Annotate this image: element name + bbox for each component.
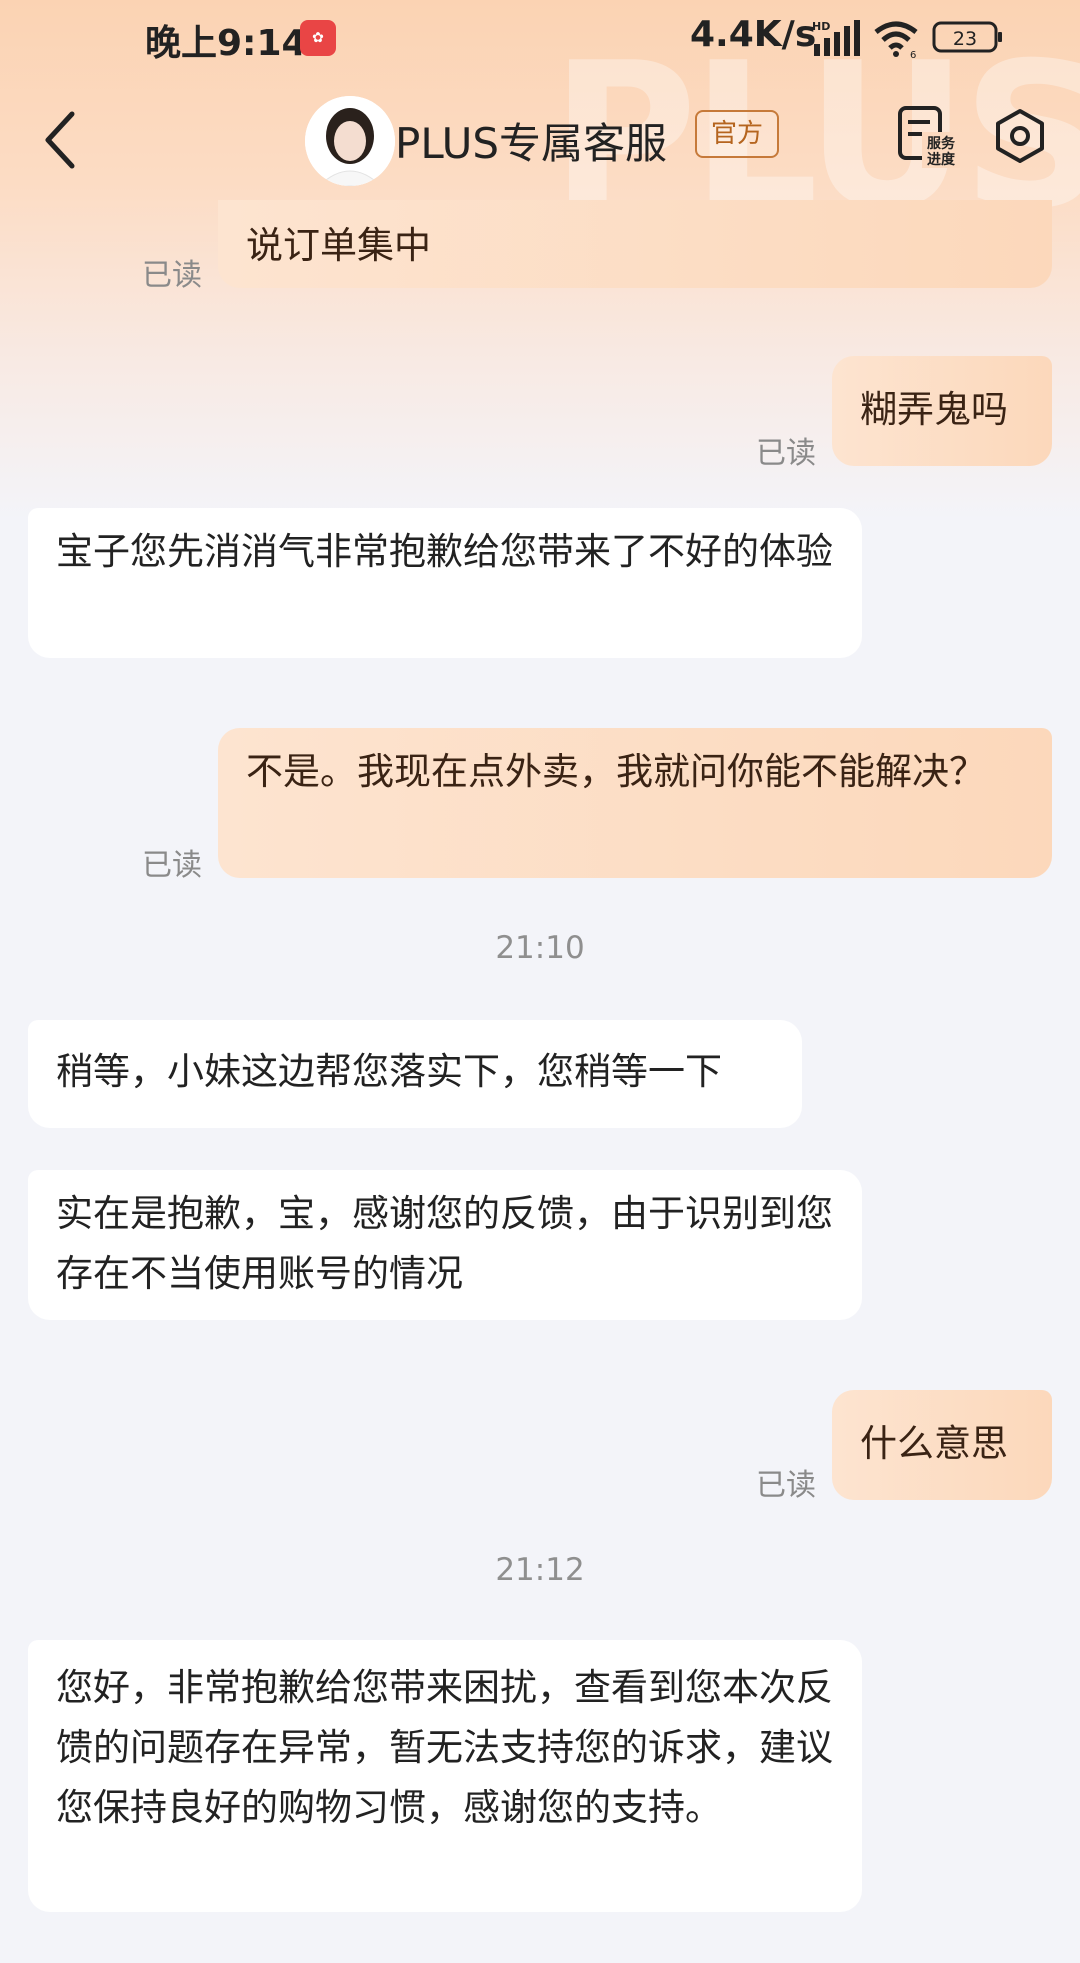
- message-bubble-incoming[interactable]: 您好，非常抱歉给您带来困扰，查看到您本次反馈的问题存在异常，暂无法支持您的诉求，…: [28, 1640, 862, 1912]
- chat-header: PLUS专属客服 官方 服务 进度: [0, 80, 1080, 200]
- back-arrow-icon[interactable]: [40, 108, 80, 172]
- message-text: 糊弄鬼吗: [860, 388, 1008, 431]
- settings-icon[interactable]: [992, 108, 1048, 164]
- read-receipt: 已读: [142, 848, 202, 883]
- agent-avatar[interactable]: [305, 96, 395, 186]
- svg-text:6: 6: [910, 50, 916, 58]
- service-progress-icon[interactable]: 服务 进度: [896, 104, 960, 168]
- message-text: 宝子您先消消气非常抱歉给您带来了不好的体验: [56, 530, 833, 573]
- message-bubble-outgoing[interactable]: 糊弄鬼吗: [832, 356, 1052, 466]
- read-receipt: 已读: [756, 436, 816, 471]
- official-badge: 官方: [695, 110, 780, 158]
- read-receipt: 已读: [142, 258, 202, 293]
- read-receipt: 已读: [756, 1468, 816, 1503]
- progress-label-line1: 服务: [927, 135, 956, 152]
- message-bubble-incoming[interactable]: 宝子您先消消气非常抱歉给您带来了不好的体验: [28, 508, 862, 658]
- message-text: 不是。我现在点外卖，我就问你能不能解决？: [246, 750, 986, 793]
- message-bubble-outgoing[interactable]: 说订单集中: [218, 200, 1052, 288]
- message-text: 什么意思: [860, 1422, 1008, 1465]
- message-bubble-incoming[interactable]: 实在是抱歉，宝，感谢您的反馈，由于识别到您存在不当使用账号的情况: [28, 1170, 862, 1320]
- timestamp-divider: 21:10: [495, 930, 585, 966]
- signal-hd-label: HD: [812, 20, 830, 33]
- progress-label-line2: 进度: [927, 151, 956, 168]
- signal-icon: HD: [812, 20, 860, 56]
- message-text: 说订单集中: [246, 224, 431, 267]
- message-text: 实在是抱歉，宝，感谢您的反馈，由于识别到您存在不当使用账号的情况: [56, 1192, 833, 1295]
- timestamp-divider: 21:12: [495, 1552, 585, 1588]
- message-text: 稍等，小妹这边帮您落实下，您稍等一下: [56, 1050, 722, 1093]
- status-bar: 晚上9:14 ✿ 4.4K/s HD 6 23: [0, 0, 1080, 80]
- notification-app-icon: ✿: [300, 20, 336, 56]
- message-bubble-outgoing[interactable]: 什么意思: [832, 1390, 1052, 1500]
- status-time: 晚上9:14: [145, 23, 307, 64]
- battery-icon: 23: [932, 21, 1002, 53]
- message-text: 您好，非常抱歉给您带来困扰，查看到您本次反馈的问题存在异常，暂无法支持您的诉求，…: [56, 1666, 833, 1829]
- chat-title: PLUS专属客服: [395, 119, 668, 168]
- battery-level: 23: [953, 28, 977, 50]
- message-bubble-outgoing[interactable]: 不是。我现在点外卖，我就问你能不能解决？: [218, 728, 1052, 878]
- wifi-icon: 6: [874, 21, 918, 58]
- network-speed: 4.4K/s: [690, 14, 817, 55]
- message-bubble-incoming[interactable]: 稍等，小妹这边帮您落实下，您稍等一下: [28, 1020, 802, 1128]
